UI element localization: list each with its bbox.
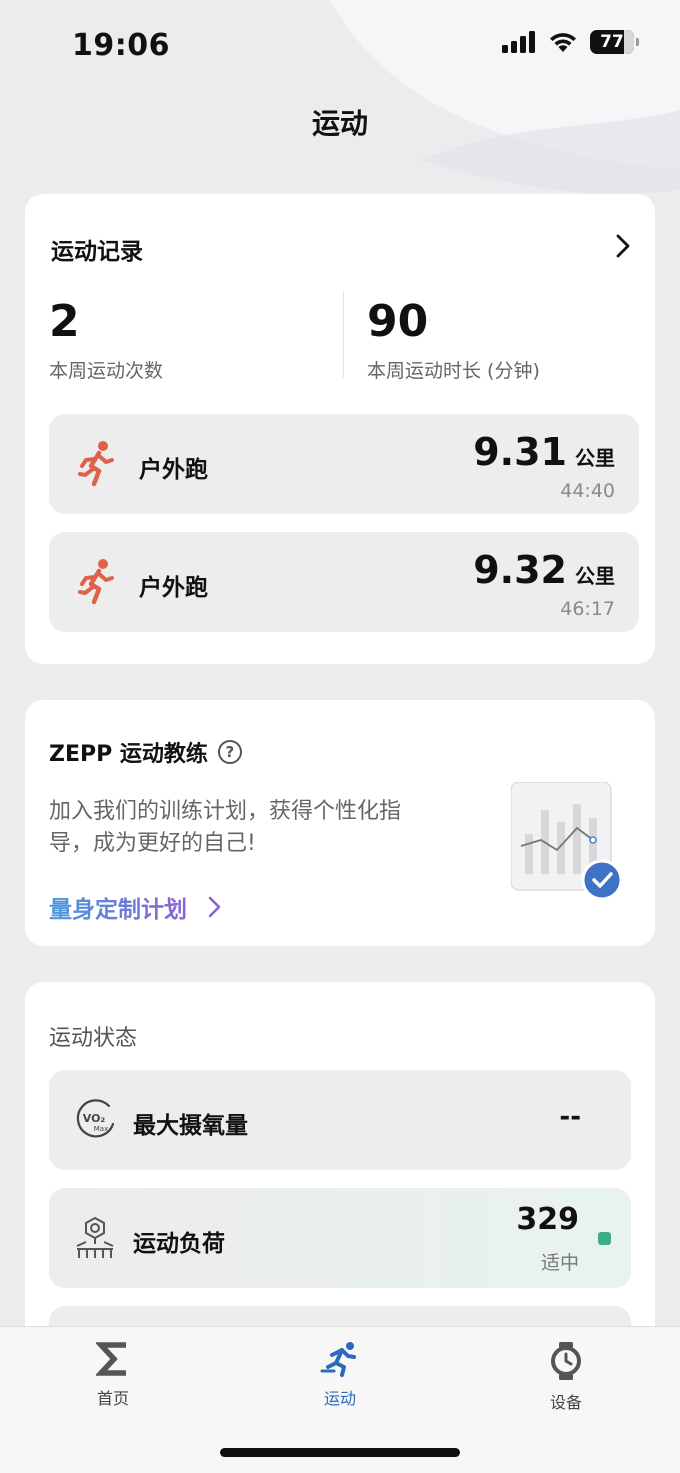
status-icons: 77 [502, 30, 639, 54]
watch-icon [551, 1342, 581, 1380]
workout-records-card: 运动记录 2 本周运动次数 90 本周运动时长 (分钟) 户外跑 9.31 公里… [25, 194, 655, 664]
distance-unit: 公里 [575, 564, 615, 588]
workout-type: 户外跑 [139, 457, 208, 483]
chevron-right-icon[interactable] [207, 896, 221, 918]
tab-label: 设备 [549, 1393, 582, 1412]
battery-indicator: 77 [590, 30, 639, 54]
workout-row[interactable]: 户外跑 9.31 公里 44:40 [49, 414, 639, 514]
vo2max-value: -- [559, 1102, 581, 1132]
zepp-coach-card: ZEPP 运动教练 ? 加入我们的训练计划，获得个性化指导，成为更好的自己! 量… [25, 700, 655, 946]
customize-plan-link[interactable]: 量身定制计划 [49, 890, 187, 924]
training-load-icon [76, 1216, 114, 1258]
vo2-icon-sub: Max [94, 1125, 108, 1133]
workout-type: 户外跑 [139, 575, 208, 601]
weekly-count-stat: 2 本周运动次数 [49, 298, 163, 383]
chevron-right-icon[interactable] [615, 234, 631, 258]
running-icon [320, 1342, 356, 1377]
tab-label: 运动 [323, 1389, 356, 1408]
status-bar: 19:06 77 [0, 0, 680, 90]
distance-unit: 公里 [575, 446, 615, 470]
coach-title: ZEPP 运动教练 ? [49, 736, 242, 768]
home-indicator [220, 1448, 460, 1457]
battery-level: 77 [600, 32, 624, 52]
tab-label: 首页 [96, 1389, 129, 1408]
workout-duration: 44:40 [560, 480, 615, 502]
wifi-icon [550, 33, 576, 52]
tab-home[interactable]: 首页 [53, 1341, 173, 1409]
help-icon[interactable]: ? [217, 740, 242, 764]
distance-value: 9.32 [473, 548, 567, 592]
status-time: 19:06 [72, 28, 170, 63]
training-load-level: 适中 [540, 1252, 579, 1274]
page-title: 运动 [311, 107, 368, 140]
workout-distance: 9.32 公里 [473, 548, 615, 592]
workout-duration: 46:17 [560, 598, 615, 620]
tab-device[interactable]: 设备 [506, 1341, 626, 1413]
coach-title-text: ZEPP 运动教练 [49, 742, 208, 767]
signal-icon [502, 31, 535, 53]
vo2max-row[interactable]: VO₂ Max 最大摄氧量 -- [49, 1070, 631, 1170]
status-title: 运动状态 [49, 1026, 138, 1051]
weekly-minutes-stat: 90 本周运动时长 (分钟) [367, 298, 540, 383]
running-person-icon [78, 441, 114, 487]
weekly-count-label: 本周运动次数 [49, 360, 164, 382]
training-plan-illustration [511, 782, 621, 900]
workout-distance: 9.31 公里 [473, 430, 615, 474]
vo2-icon-text: VO₂ [83, 1112, 106, 1125]
load-level-indicator [598, 1232, 611, 1245]
weekly-count-value: 2 [49, 296, 80, 347]
coach-description: 加入我们的训练计划，获得个性化指导，成为更好的自己! [49, 799, 402, 856]
distance-value: 9.31 [473, 430, 567, 474]
tab-workout[interactable]: 运动 [280, 1341, 400, 1409]
running-person-icon [78, 559, 114, 605]
training-load-label: 运动负荷 [133, 1231, 225, 1257]
weekly-minutes-label: 本周运动时长 (分钟) [367, 360, 540, 382]
vo2max-label: 最大摄氧量 [133, 1113, 248, 1139]
sigma-icon [96, 1342, 126, 1376]
stat-divider [343, 292, 344, 378]
weekly-minutes-value: 90 [367, 296, 429, 347]
workout-row[interactable]: 户外跑 9.32 公里 46:17 [49, 532, 639, 632]
training-load-row[interactable]: 运动负荷 329 适中 [49, 1188, 631, 1288]
records-header[interactable]: 运动记录 [51, 232, 143, 266]
training-load-value: 329 [516, 1202, 579, 1237]
vo2max-icon: VO₂ Max [76, 1099, 115, 1138]
